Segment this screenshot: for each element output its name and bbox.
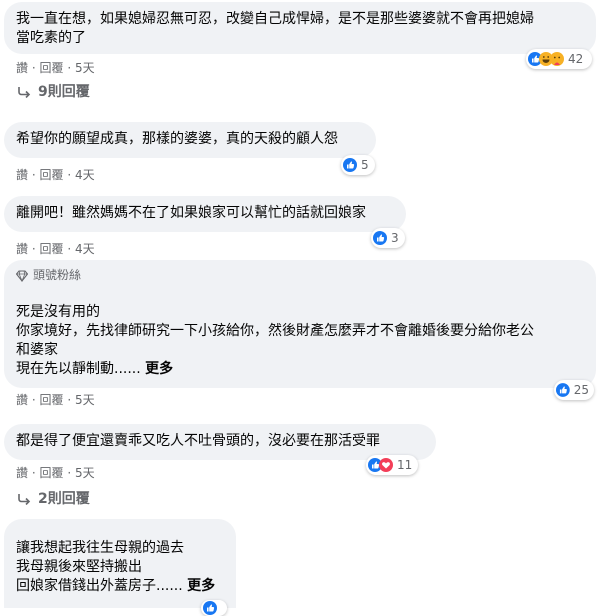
replies-label: 9則回覆 xyxy=(38,84,90,100)
comment-actions: 讚 · 回覆 · 4天 xyxy=(16,242,95,256)
reactions-summary[interactable]: 3 xyxy=(371,228,405,248)
reactions-summary[interactable]: 25 xyxy=(554,380,594,400)
like-reaction-icon xyxy=(343,158,357,172)
like-button[interactable]: 讚 xyxy=(16,61,28,75)
reaction-count: 5 xyxy=(361,158,369,172)
comment-time: 4天 xyxy=(75,168,95,182)
comment-time: 5天 xyxy=(75,466,95,480)
comment-bubble: 頭號粉絲 死是沒有用的 你家境好，先找律師研究一下小孩給你，然後財產怎麼弄才不會… xyxy=(4,260,596,388)
reactions-summary[interactable]: 11 xyxy=(366,455,418,475)
like-button[interactable]: 讚 xyxy=(16,168,28,182)
comment-bubble: 離開吧！雖然媽媽不在了如果娘家可以幫忙的話就回娘家 xyxy=(4,196,406,232)
comment-bubble: 希望你的願望成真，那樣的婆婆，真的天殺的顧人怨 xyxy=(4,122,376,158)
comment-actions: 讚 · 回覆 · 4天 xyxy=(16,168,95,182)
diamond-icon xyxy=(16,269,28,282)
reactions-summary[interactable]: 5 xyxy=(341,155,375,175)
reply-button[interactable]: 回覆 xyxy=(40,393,64,407)
like-reaction-icon xyxy=(373,231,387,245)
reply-arrow-icon xyxy=(18,494,31,505)
comment-text-line: 和婆家 xyxy=(16,342,58,358)
reactions-summary[interactable] xyxy=(201,600,227,616)
badge-label: 頭號粉絲 xyxy=(33,268,82,282)
comment-text-line: 我一直在想，如果媳婦忍無可忍，改變自己成悍婦，是不是那些婆婆就不會再把媳婦 xyxy=(16,11,534,27)
comment-text-line: 我母親後來堅持搬出 xyxy=(16,559,142,575)
reply-button[interactable]: 回覆 xyxy=(40,168,64,182)
reactions-summary[interactable]: 42 xyxy=(526,49,592,69)
like-button[interactable]: 讚 xyxy=(16,393,28,407)
see-more-link[interactable]: 更多 xyxy=(145,361,173,377)
comment-text-line: 讓我想起我往生母親的過去 xyxy=(16,540,184,556)
reaction-count: 3 xyxy=(391,231,399,245)
reply-button[interactable]: 回覆 xyxy=(40,466,64,480)
comment-text-line: 回娘家借錢出外蓋房子...... 更多 xyxy=(16,578,216,594)
view-replies-link[interactable]: 2則回覆 xyxy=(16,488,90,508)
comment-time: 5天 xyxy=(75,393,95,407)
see-more-link[interactable]: 更多 xyxy=(187,578,215,594)
comment-actions: 讚 · 回覆 · 5天 xyxy=(16,61,95,75)
comment-text-line: 都是得了便宜還賣乖又吃人不吐骨頭的，沒必要在那活受罪 xyxy=(16,433,380,449)
like-reaction-icon xyxy=(203,601,217,615)
comment-actions: 讚 · 回覆 · 5天 xyxy=(16,393,95,407)
like-button[interactable]: 讚 xyxy=(16,466,28,480)
comment-text-line: 死是沒有用的 xyxy=(16,304,100,320)
view-replies-link[interactable]: 9則回覆 xyxy=(16,81,90,101)
comment-text-line: 當吃素的了 xyxy=(16,30,86,46)
comment-text-line: 離開吧！雖然媽媽不在了如果娘家可以幫忙的話就回娘家 xyxy=(16,205,366,221)
like-button[interactable]: 讚 xyxy=(16,242,28,256)
comment-time: 5天 xyxy=(75,61,95,75)
comment-time: 4天 xyxy=(75,242,95,256)
reaction-count: 25 xyxy=(573,383,589,397)
replies-label: 2則回覆 xyxy=(38,491,90,507)
comment-bubble: 讓我想起我往生母親的過去 我母親後來堅持搬出 回娘家借錢出外蓋房子...... … xyxy=(4,519,236,608)
comment-actions: 讚 · 回覆 · 5天 xyxy=(16,466,95,480)
top-fan-badge: 頭號粉絲 xyxy=(16,266,584,285)
like-reaction-icon xyxy=(556,383,570,397)
comment-bubble: 都是得了便宜還賣乖又吃人不吐骨頭的，沒必要在那活受罪 xyxy=(4,424,436,460)
comment-text-line: 希望你的願望成真，那樣的婆婆，真的天殺的顧人怨 xyxy=(16,131,338,147)
comment-text-line: 你家境好，先找律師研究一下小孩給你，然後財產怎麼弄才不會離婚後要分給你老公 xyxy=(16,323,534,339)
reply-arrow-icon xyxy=(18,87,31,98)
reaction-count: 11 xyxy=(397,458,413,472)
reaction-count: 42 xyxy=(568,52,584,66)
comment-text-line: 現在先以靜制動...... 更多 xyxy=(16,361,174,377)
reply-button[interactable]: 回覆 xyxy=(40,61,64,75)
comment-bubble: 我一直在想，如果媳婦忍無可忍，改變自己成悍婦，是不是那些婆婆就不會再把媳婦 當吃… xyxy=(4,2,596,54)
reply-button[interactable]: 回覆 xyxy=(40,242,64,256)
care-reaction-icon xyxy=(550,52,564,66)
love-reaction-icon xyxy=(379,458,393,472)
